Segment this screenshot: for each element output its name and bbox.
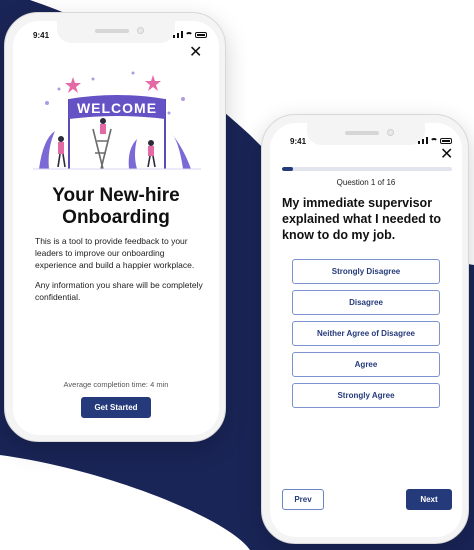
phone-notch (307, 123, 425, 145)
question-text: My immediate supervisor explained what I… (282, 196, 442, 242)
wifi-icon (430, 138, 438, 144)
onboarding-title: Your New-hire Onboarding (52, 185, 180, 228)
battery-icon (440, 138, 452, 144)
status-time: 9:41 (33, 31, 50, 40)
welcome-illustration: WELCOME (33, 71, 201, 170)
answer-option[interactable]: Neither Agree of Disagree (292, 321, 440, 346)
banner-text: WELCOME (77, 100, 157, 116)
get-started-button[interactable]: Get Started (81, 397, 151, 418)
wifi-icon (185, 32, 193, 38)
status-icons (173, 31, 207, 38)
close-icon[interactable]: ✕ (440, 147, 453, 163)
close-icon[interactable]: ✕ (189, 45, 202, 61)
answer-option[interactable]: Strongly Agree (292, 383, 440, 408)
status-icons (418, 137, 452, 144)
prev-button[interactable]: Prev (282, 489, 324, 510)
intro-paragraph: This is a tool to provide feedback to yo… (35, 236, 195, 270)
welcome-phone: 9:41 ✕ WELCOME Your New-hire Onboarding … (4, 12, 226, 442)
progress-fill (282, 167, 293, 171)
answer-option[interactable]: Strongly Disagree (292, 259, 440, 284)
question-screen: 9:41 ✕ Question 1 of 16 My immediate sup… (270, 123, 462, 537)
answer-option[interactable]: Disagree (292, 290, 440, 315)
welcome-screen: 9:41 ✕ WELCOME Your New-hire Onboarding … (13, 21, 219, 435)
progress-label: Question 1 of 16 (336, 178, 396, 187)
completion-time: Average completion time: 4 min (63, 380, 169, 389)
phone-notch (57, 21, 175, 43)
status-time: 9:41 (290, 137, 307, 146)
next-button[interactable]: Next (406, 489, 452, 510)
answer-option[interactable]: Agree (292, 352, 440, 377)
answer-options: Strongly Disagree Disagree Neither Agree o… (292, 259, 440, 408)
progress-bar (282, 167, 452, 171)
question-phone: 9:41 ✕ Question 1 of 16 My immediate sup… (261, 114, 469, 544)
battery-icon (195, 32, 207, 38)
confidential-paragraph: Any information you share will be comple… (35, 280, 203, 302)
